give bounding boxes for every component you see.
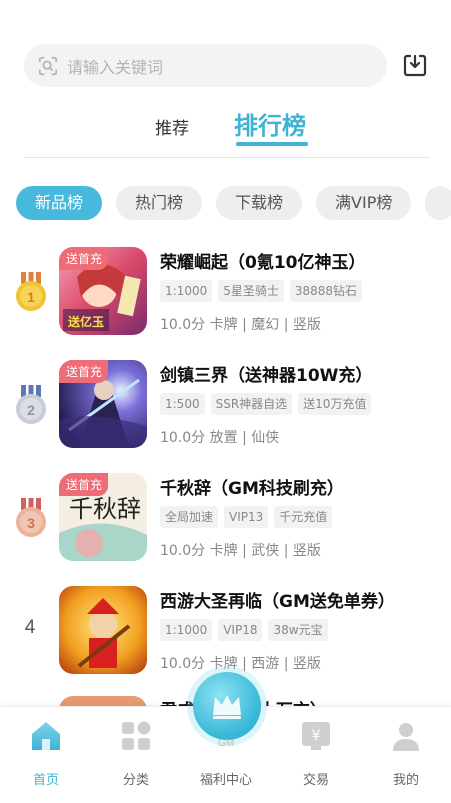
nav-label: 福利中心	[199, 773, 252, 788]
nav-label: 分类	[122, 773, 149, 788]
category-chips: 新品榜 热门榜 下载榜 满VIP榜	[16, 186, 451, 220]
tag-list: 1:1000 5星圣骑士 38888钻石	[160, 280, 363, 302]
tag: 1:1000	[160, 619, 213, 641]
tag: VIP18	[218, 619, 263, 641]
top-tabs: 推荐 排行榜	[0, 106, 451, 146]
search-row: 请输入关键词	[24, 44, 428, 88]
nav-category[interactable]: 分类	[96, 719, 176, 788]
svg-text:2: 2	[27, 402, 35, 418]
nav-mine[interactable]: 我的	[366, 719, 446, 788]
game-thumbnail[interactable]: 千秋辞 送首充	[59, 473, 147, 561]
tag: 千元充值	[274, 506, 333, 528]
bronze-medal-icon: 3	[16, 498, 46, 537]
chip-download[interactable]: 下载榜	[216, 186, 303, 220]
silver-medal-icon: 2	[16, 385, 46, 424]
gold-medal-icon: 1	[16, 272, 46, 311]
tag: 1:1000	[160, 280, 213, 302]
home-icon	[32, 722, 60, 750]
game-title: 荣耀崛起（0氪10亿神玉）	[160, 253, 366, 273]
nav-label: 首页	[32, 773, 59, 788]
chip-hot[interactable]: 热门榜	[116, 186, 203, 220]
tag: 送10万充值	[298, 393, 372, 415]
scan-icon[interactable]	[37, 55, 59, 77]
download-icon[interactable]	[402, 52, 428, 78]
search-input[interactable]: 请输入关键词	[24, 44, 387, 87]
svg-text:1: 1	[27, 289, 35, 305]
tag: 1:500	[160, 393, 205, 415]
chip-new[interactable]: 新品榜	[16, 186, 103, 220]
list-item[interactable]: 2 送首充 剑镇三界（送神器10W充） 1:500 SSR神器自选 送10万充值…	[0, 357, 451, 449]
nav-label: 交易	[302, 773, 329, 788]
user-icon	[393, 723, 419, 751]
game-thumbnail[interactable]	[59, 586, 147, 674]
chip-more[interactable]	[425, 186, 451, 220]
tag: 38888钻石	[289, 280, 363, 302]
nav-home[interactable]: 首页	[6, 719, 86, 788]
game-thumbnail[interactable]: 送亿玉 送首充	[59, 247, 147, 335]
tab-active-indicator	[236, 142, 308, 146]
chip-vip[interactable]: 满VIP榜	[316, 186, 412, 220]
crown-icon	[213, 695, 241, 719]
gm-badge: GM	[218, 738, 235, 749]
trade-icon: ¥	[302, 722, 330, 750]
list-item[interactable]: 1 送亿玉 送首充 荣耀崛起（0氪10亿神玉） 1:1000 5星圣骑士 388…	[0, 244, 451, 336]
game-thumbnail[interactable]: 送首充	[59, 360, 147, 448]
tag-list: 1:1000 VIP18 38w元宝	[160, 619, 328, 641]
tag-list: 全局加速 VIP13 千元充值	[160, 506, 333, 528]
game-title: 剑镇三界（送神器10W充）	[160, 366, 373, 386]
nav-label: 我的	[392, 773, 419, 788]
tag: 5星圣骑士	[218, 280, 284, 302]
game-meta: 10.0分 放置 | 仙侠	[160, 430, 280, 446]
svg-text:送亿玉: 送亿玉	[67, 314, 104, 329]
tab-ranking[interactable]: 排行榜	[234, 106, 306, 141]
list-item[interactable]: 3 千秋辞 送首充 千秋辞（GM科技刷充） 全局加速 VIP13 千元充值 10…	[0, 470, 451, 562]
promo-badge: 送首充	[59, 473, 109, 496]
tag: 38w元宝	[268, 619, 328, 641]
search-placeholder: 请输入关键词	[67, 57, 164, 77]
svg-text:¥: ¥	[312, 728, 321, 744]
svg-text:3: 3	[27, 515, 35, 531]
list-item[interactable]: 4 西游大圣再临（GM送免单券） 1:1000 VIP18 38w元宝 10.0…	[0, 583, 451, 675]
game-meta: 10.0分 卡牌 | 魔幻 | 竖版	[160, 317, 321, 333]
tab-recommend[interactable]: 推荐	[155, 114, 189, 139]
game-title: 千秋辞（GM科技刷充）	[160, 479, 344, 499]
tag: VIP13	[224, 506, 269, 528]
game-meta: 10.0分 卡牌 | 武侠 | 竖版	[160, 543, 321, 559]
game-title: 西游大圣再临（GM送免单券）	[160, 592, 395, 612]
welfare-center-button[interactable]	[193, 672, 261, 740]
tag: SSR神器自选	[210, 393, 293, 415]
divider	[24, 157, 430, 158]
nav-trade[interactable]: ¥ 交易	[276, 719, 356, 788]
promo-badge: 送首充	[59, 360, 109, 383]
category-icon	[122, 721, 151, 750]
rank-number: 4	[24, 617, 36, 638]
game-meta: 10.0分 卡牌 | 西游 | 竖版	[160, 656, 321, 672]
svg-text:千秋辞: 千秋辞	[69, 495, 141, 523]
promo-badge: 送首充	[59, 247, 109, 270]
tag: 全局加速	[160, 506, 219, 528]
tag-list: 1:500 SSR神器自选 送10万充值	[160, 393, 372, 415]
